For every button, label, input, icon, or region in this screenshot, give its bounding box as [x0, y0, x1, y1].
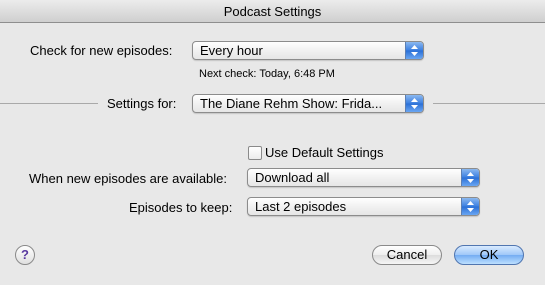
help-button[interactable]: ? — [15, 245, 35, 265]
settings-panel: Check for new episodes: Every hour Next … — [0, 23, 545, 285]
popup-arrows-icon — [461, 198, 479, 215]
use-default-settings-checkbox[interactable] — [248, 146, 262, 160]
episodes-to-keep-popup[interactable]: Last 2 episodes — [247, 197, 480, 216]
check-episodes-label: Check for new episodes: — [30, 43, 173, 58]
episodes-to-keep-label: Episodes to keep: — [129, 200, 233, 215]
episodes-to-keep-value: Last 2 episodes — [255, 199, 347, 214]
popup-arrows-icon — [461, 169, 479, 186]
podcast-select-popup[interactable]: The Diane Rehm Show: Frida... — [192, 94, 424, 113]
window-title: Podcast Settings — [223, 4, 322, 19]
when-available-value: Download all — [255, 170, 330, 185]
popup-arrows-icon — [405, 95, 423, 112]
when-available-label: When new episodes are available: — [29, 171, 228, 186]
settings-for-label: Settings for: — [107, 96, 177, 111]
when-available-popup[interactable]: Download all — [247, 168, 480, 187]
window-titlebar: Podcast Settings — [0, 0, 545, 23]
separator-right — [433, 103, 545, 104]
podcast-select-value: The Diane Rehm Show: Frida... — [200, 96, 383, 111]
popup-arrows-icon — [405, 42, 423, 59]
check-frequency-popup[interactable]: Every hour — [192, 41, 424, 60]
cancel-button[interactable]: Cancel — [372, 245, 442, 265]
check-frequency-value: Every hour — [200, 43, 263, 58]
ok-button[interactable]: OK — [454, 245, 524, 265]
use-default-settings-label[interactable]: Use Default Settings — [265, 145, 384, 160]
separator-left — [0, 103, 98, 104]
next-check-text: Next check: Today, 6:48 PM — [199, 68, 335, 80]
